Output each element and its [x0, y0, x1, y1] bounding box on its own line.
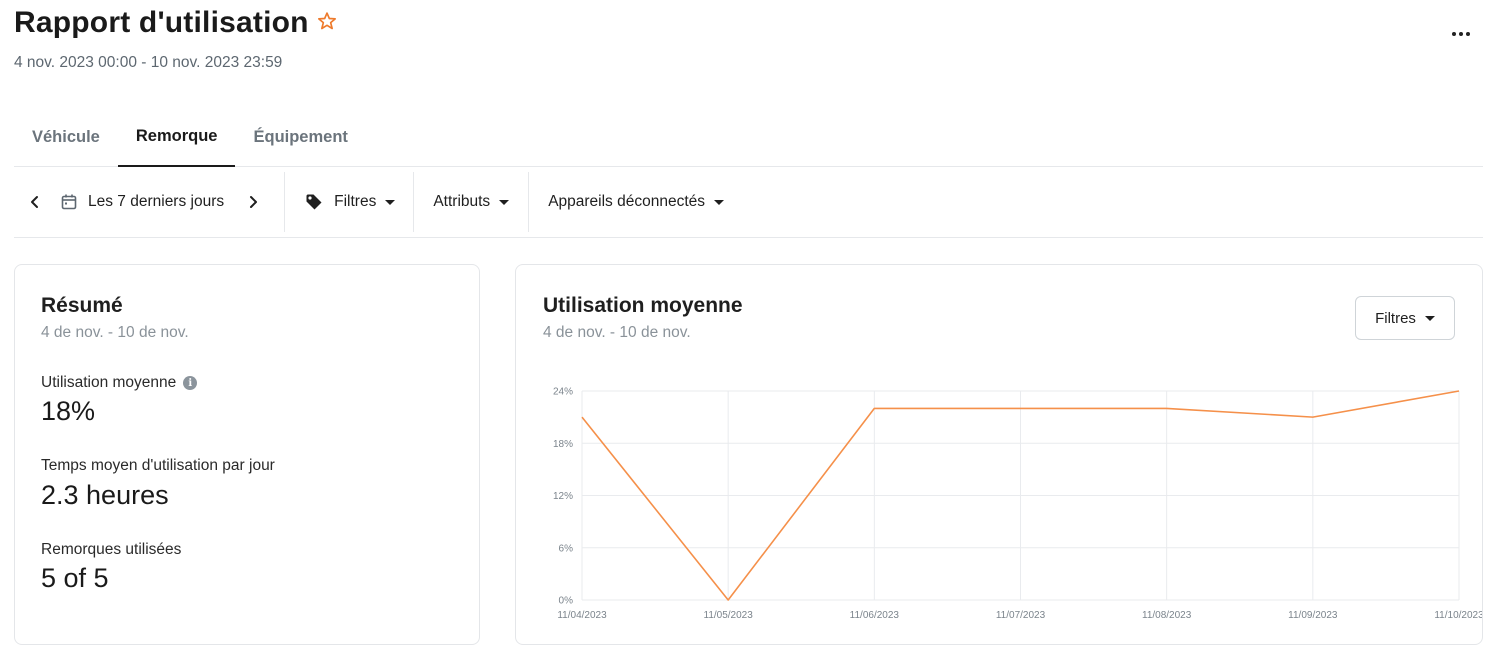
report-date-range: 4 nov. 2023 00:00 - 10 nov. 2023 23:59 — [14, 54, 283, 71]
usage-line-chart: 0% 6% 12% 18% 24% 11/04/2023 11/05/2023 11/06/2… — [553, 387, 1482, 622]
period-label: Les 7 derniers jours — [88, 193, 225, 210]
date-period-selector[interactable]: Les 7 derniers jours — [54, 167, 234, 237]
toolbar: Les 7 derniers jours Filtres Attributs A… — [14, 167, 1483, 238]
filters-label: Filtres — [334, 193, 377, 210]
disconnected-devices-dropdown[interactable]: Appareils déconnectés — [529, 167, 743, 237]
summary-card: Résumé 4 de nov. - 10 de nov. Utilisatio… — [14, 264, 480, 645]
usage-card: Utilisation moyenne 4 de nov. - 10 de no… — [515, 264, 1483, 645]
next-period-button[interactable] — [234, 167, 284, 237]
page-title: Rapport d'utilisation — [14, 6, 309, 39]
chevron-left-icon — [31, 196, 38, 208]
x-tick-label: 11/04/2023 — [557, 610, 607, 621]
y-tick-label: 6% — [559, 543, 574, 554]
x-tick-label: 11/06/2023 — [850, 610, 900, 621]
calendar-icon — [61, 194, 77, 210]
metric-label-text: Remorques utilisées — [41, 541, 182, 558]
caret-down-icon — [499, 199, 510, 205]
caret-down-icon — [714, 199, 725, 205]
x-tick-label: 11/10/2023 — [1434, 610, 1482, 621]
more-options-icon[interactable] — [1452, 32, 1470, 36]
metric-label-text: Temps moyen d'utilisation par jour — [41, 457, 275, 474]
filters-dropdown[interactable]: Filtres — [285, 167, 413, 237]
title-row: Rapport d'utilisation — [14, 6, 337, 40]
tab-vehicule[interactable]: Véhicule — [14, 108, 118, 167]
summary-subtitle: 4 de nov. - 10 de nov. — [41, 324, 189, 341]
y-tick-label: 24% — [553, 387, 573, 398]
y-tick-label: 18% — [553, 439, 573, 450]
info-icon[interactable]: i — [183, 376, 198, 390]
attributes-label: Attributs — [433, 193, 491, 210]
metric-value: 18% — [41, 396, 96, 426]
x-tick-label: 11/09/2023 — [1288, 610, 1338, 621]
metric-label: Temps moyen d'utilisation par jour — [41, 457, 275, 475]
y-tick-label: 0% — [559, 596, 574, 607]
star-icon[interactable] — [317, 11, 337, 31]
chevron-right-icon — [250, 196, 258, 208]
disconnected-devices-label: Appareils déconnectés — [548, 193, 706, 210]
x-tick-label: 11/05/2023 — [704, 610, 754, 621]
metric-value: 5 of 5 — [41, 563, 109, 593]
tab-remorque[interactable]: Remorque — [117, 108, 236, 167]
report-header: Rapport d'utilisation 4 nov. 2023 00:00 … — [14, 6, 337, 72]
tab-equipement[interactable]: Équipement — [235, 108, 365, 167]
tag-icon — [306, 194, 322, 210]
tab-bar: Véhicule Remorque Équipement — [14, 108, 1483, 167]
x-tick-label: 11/07/2023 — [996, 610, 1046, 621]
x-tick-label: 11/08/2023 — [1142, 610, 1192, 621]
metric-label: Utilisation moyenne i — [41, 374, 198, 392]
caret-down-icon — [385, 199, 396, 205]
y-tick-label: 12% — [553, 491, 573, 502]
previous-period-button[interactable] — [14, 167, 54, 237]
summary-title: Résumé — [41, 294, 123, 317]
metric-label-text: Utilisation moyenne — [41, 374, 177, 391]
metric-value: 2.3 heures — [41, 480, 169, 510]
attributes-dropdown[interactable]: Attributs — [414, 167, 528, 237]
metric-label: Remorques utilisées — [41, 541, 181, 559]
